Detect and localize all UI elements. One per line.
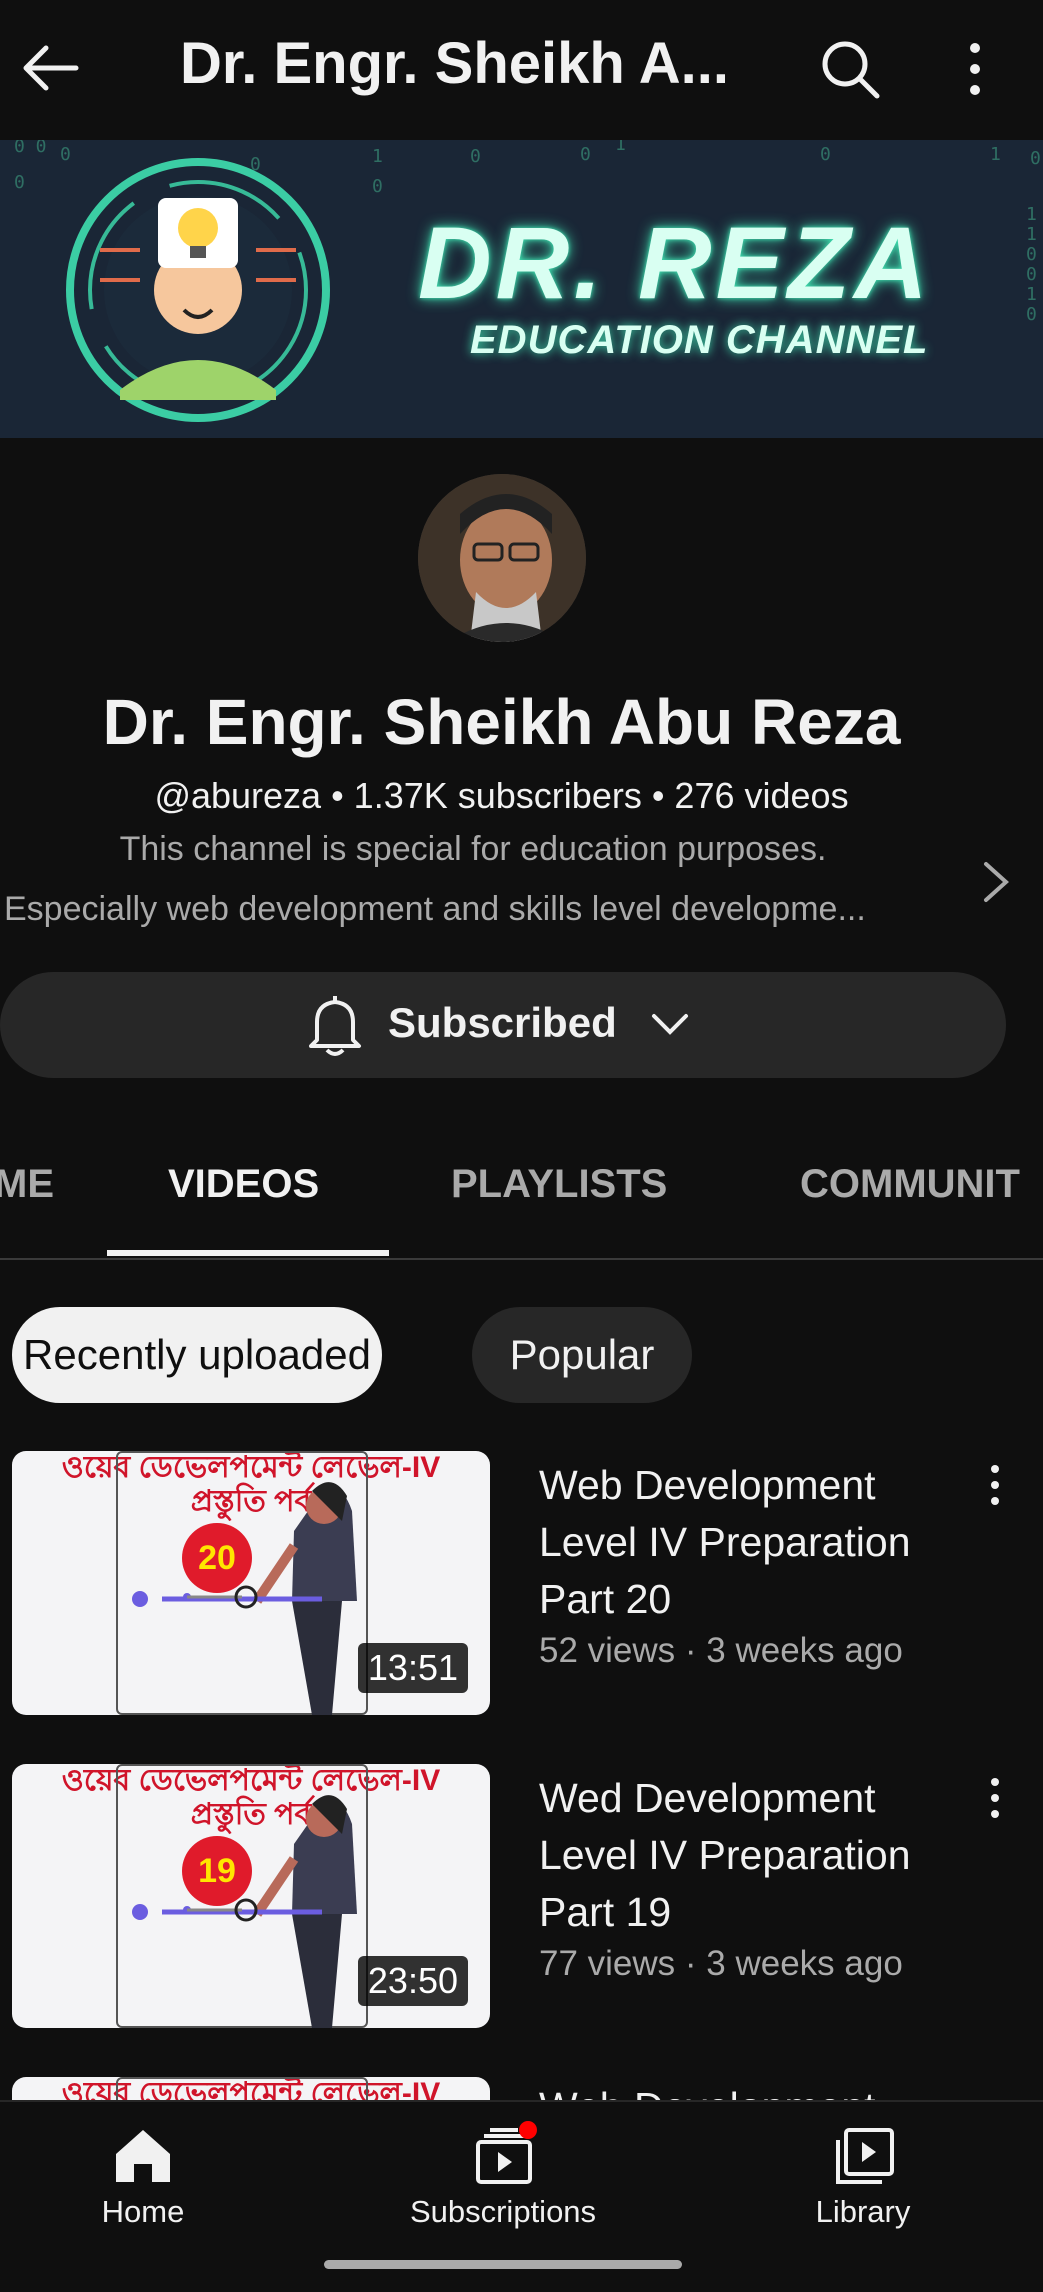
tab-playlists[interactable]: PLAYLISTS (451, 1162, 667, 1207)
home-icon (116, 2130, 170, 2182)
svg-text:0: 0 (1026, 304, 1037, 325)
svg-text:1: 1 (1026, 204, 1037, 225)
video-duration: 23:50 (357, 1956, 468, 2006)
part-badge: 19 (182, 1836, 252, 1906)
channel-tabs: ME VIDEOS PLAYLISTS COMMUNIT (0, 1120, 1043, 1260)
video-item[interactable]: ওয়েব ডেভেলপমেন্ট লেভেল-IV প্রস্তুতি পর্ব… (0, 1451, 1043, 1715)
svg-text:0: 0 (1030, 148, 1041, 169)
more-vert-icon[interactable] (980, 1459, 1010, 1515)
chip-recently-uploaded[interactable]: Recently uploaded (12, 1307, 382, 1403)
bell-icon (309, 996, 361, 1056)
svg-text:0: 0 (820, 144, 831, 165)
channel-description-line1[interactable]: This channel is special for education pu… (0, 830, 946, 869)
video-title[interactable]: Web Development Level IV Preparation Par… (539, 1457, 959, 1628)
svg-text:0: 0 (470, 146, 481, 167)
library-icon (836, 2128, 894, 2184)
tab-community[interactable]: COMMUNIT (800, 1162, 1020, 1207)
avatar[interactable] (418, 474, 586, 642)
svg-text:0: 0 (14, 172, 25, 193)
banner-title: DR. REZA (418, 206, 932, 320)
nav-library-label: Library (815, 2194, 911, 2229)
active-tab-indicator (107, 1250, 389, 1256)
channel-name: Dr. Engr. Sheikh Abu Reza (102, 686, 901, 758)
svg-text:1: 1 (990, 144, 1001, 165)
channel-meta: @abureza • 1.37K subscribers • 276 video… (154, 775, 849, 816)
svg-text:0: 0 (1026, 264, 1037, 285)
banner-subtitle: EDUCATION CHANNEL (470, 318, 929, 362)
video-meta: 52 views · 3 weeks ago (539, 1631, 903, 1670)
nav-library[interactable]: Library (733, 2102, 993, 2262)
video-title[interactable]: Wed Development Level IV Preparation Par… (539, 1770, 959, 1941)
video-meta: 77 views · 3 weeks ago (539, 1944, 903, 1983)
svg-text:0: 0 (372, 176, 383, 197)
app-bar: Dr. Engr. Sheikh A... (0, 0, 1043, 140)
nav-subscriptions-label: Subscriptions (409, 2194, 597, 2229)
nav-subscriptions[interactable]: Subscriptions (373, 2102, 633, 2262)
svg-text:1: 1 (615, 140, 626, 155)
svg-text:0: 0 (1026, 244, 1037, 265)
subscribed-button[interactable]: Subscribed (0, 972, 1006, 1078)
chip-popular[interactable]: Popular (472, 1307, 692, 1403)
more-vert-icon[interactable] (980, 1772, 1010, 1828)
svg-text:1: 1 (372, 146, 383, 167)
arrow-left-icon[interactable] (18, 36, 82, 100)
video-title[interactable]: Web Development (539, 2079, 959, 2100)
channel-description-line2[interactable]: Especially web development and skills le… (4, 890, 944, 929)
video-thumbnail[interactable]: ওয়েব ডেভেলপমেন্ট লেভেল-IV প্রস্তুতি পর্ব… (12, 1451, 490, 1715)
more-vert-icon[interactable] (950, 34, 1000, 104)
svg-text:0 0: 0 0 (14, 140, 47, 157)
chevron-down-icon (652, 1014, 688, 1035)
chevron-right-icon[interactable] (976, 858, 1016, 906)
page-title: Dr. Engr. Sheikh A... (180, 31, 729, 96)
tab-videos[interactable]: VIDEOS (168, 1162, 319, 1207)
video-duration: 13:51 (357, 1643, 468, 1693)
tab-home[interactable]: ME (0, 1162, 54, 1207)
nav-home[interactable]: Home (13, 2102, 273, 2262)
part-badge: 20 (182, 1523, 252, 1593)
nav-home-label: Home (101, 2194, 185, 2229)
subscriptions-icon (476, 2121, 537, 2184)
gesture-home-bar[interactable] (324, 2260, 682, 2269)
subscribed-label: Subscribed (388, 999, 617, 1046)
svg-text:0: 0 (580, 144, 591, 165)
video-item[interactable]: ওয়েব ডেভেলপমেন্ট লেভেল-IV প্রস্তুতি পর্ব… (0, 1764, 1043, 2028)
thumbnail-frame (116, 2077, 368, 2100)
svg-text:1: 1 (1026, 284, 1037, 305)
svg-text:0: 0 (60, 144, 71, 165)
video-item[interactable]: ওয়েব ডেভেলপমেন্ট লেভেল-IV Web Developme… (0, 2077, 1043, 2100)
svg-text:1: 1 (1026, 224, 1037, 245)
video-thumbnail[interactable]: ওয়েব ডেভেলপমেন্ট লেভেল-IV (12, 2077, 490, 2100)
video-thumbnail[interactable]: ওয়েব ডেভেলপমেন্ট লেভেল-IV প্রস্তুতি পর্ব… (12, 1764, 490, 2028)
search-icon[interactable] (815, 34, 885, 104)
channel-banner: 0 000 010 001 010 110 010 DR. REZA EDUCA… (0, 140, 1043, 438)
